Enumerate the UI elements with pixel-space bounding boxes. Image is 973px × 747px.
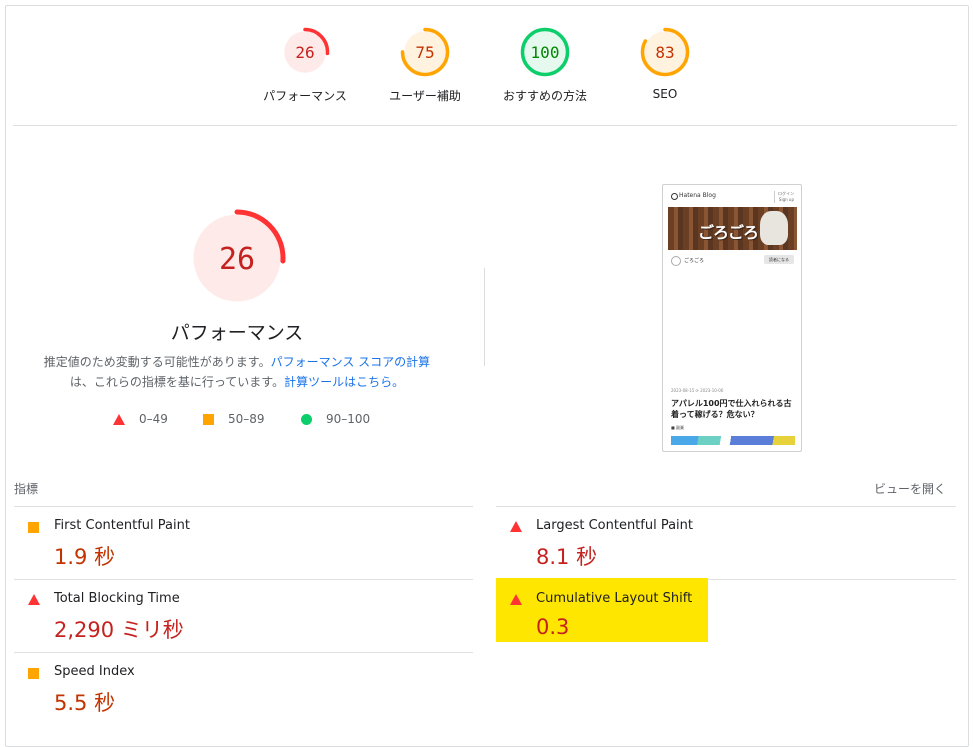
performance-big-gauge-score: 26 (219, 242, 255, 277)
hatena-logo-icon (671, 193, 678, 200)
metric-cls: Cumulative Layout Shift 0.3 (496, 578, 708, 642)
legend-range: 90–100 (326, 412, 371, 426)
gauge-accessibility[interactable]: 75 ユーザー補助 (370, 26, 480, 104)
gauge-performance[interactable]: 26 パフォーマンス (250, 26, 360, 104)
expand-view-toggle[interactable]: ビューを開く (874, 480, 946, 497)
reader-button: 読者になる (764, 255, 794, 264)
metric-fcp: First Contentful Paint 1.9 秒 (14, 507, 473, 579)
avatar (671, 256, 681, 266)
metric-name: Total Blocking Time (54, 591, 180, 606)
divider (708, 579, 956, 580)
gauge-accessibility-ring: 75 (400, 27, 450, 77)
metrics-heading: 指標 (14, 482, 39, 496)
desc-text-2: は、これらの指標を基に行っています。 (69, 375, 285, 389)
signup-text: Sign up (778, 197, 794, 202)
metric-lcp: Largest Contentful Paint 8.1 秒 (496, 507, 956, 579)
legend-pass: 90–100 (301, 412, 370, 426)
square-icon (203, 413, 214, 425)
triangle-icon (113, 413, 125, 425)
article-date: 2023-08-15 ⟳ 2023-10-06 (671, 388, 724, 393)
desc-text-1: 推定値のため変動する可能性があります。 (43, 355, 271, 369)
gauge-seo[interactable]: 83 SEO (610, 26, 720, 101)
page-screenshot-thumbnail[interactable]: Hatena Blog ログイン Sign up ごろごろ ごろごろ 読者になる … (662, 184, 802, 452)
login-text: ログイン (778, 191, 794, 196)
gauge-best-practices-ring: 100 (520, 27, 570, 77)
metric-value: 1.9 秒 (54, 545, 116, 569)
triangle-icon (510, 594, 522, 605)
article-title: アパレル100円で仕入れられる古着って稼げる？危ない？ (671, 399, 792, 419)
circle-icon (301, 413, 312, 425)
gauge-best-practices-score: 100 (531, 43, 560, 62)
gauge-label: ユーザー補助 (389, 89, 461, 103)
square-icon (28, 668, 39, 679)
author-name: ごろごろ (684, 258, 705, 264)
cat-illustration (760, 211, 788, 245)
gauge-label: SEO (652, 87, 678, 101)
triangle-icon (28, 594, 40, 605)
gauge-performance-ring: 26 (280, 27, 330, 77)
metric-name: Largest Contentful Paint (536, 518, 694, 533)
article-image-strip (671, 436, 795, 445)
performance-description: 推定値のため変動する可能性があります。パフォーマンス スコアの計算 は、これらの… (30, 352, 444, 392)
metric-value: 5.5 秒 (54, 691, 116, 715)
gauge-label: おすすめの方法 (502, 89, 587, 103)
metric-speed-index: Speed Index 5.5 秒 (14, 653, 473, 725)
site-name: Hatena Blog (679, 192, 716, 199)
score-calc-link[interactable]: パフォーマンス スコアの計算 (271, 355, 431, 369)
legend-fail: 0–49 (113, 412, 168, 426)
performance-big-gauge: 26 (187, 208, 287, 312)
metric-value: 2,290 ミリ秒 (54, 618, 184, 642)
legend-range: 0–49 (139, 412, 168, 426)
vertical-divider (484, 268, 485, 366)
legend-range: 50–89 (228, 412, 265, 426)
gauge-seo-score: 83 (655, 43, 674, 62)
header-links: ログイン Sign up (774, 191, 794, 203)
triangle-icon (510, 521, 522, 532)
metric-value: 8.1 秒 (536, 545, 598, 569)
banner-text: ごろごろ (698, 223, 759, 242)
gauge-seo-ring: 83 (640, 27, 690, 77)
calculator-link[interactable]: 計算ツールはこちら。 (284, 375, 404, 389)
gauge-performance-score: 26 (295, 43, 314, 62)
gauge-accessibility-score: 75 (415, 43, 434, 62)
metric-name: First Contentful Paint (54, 518, 190, 533)
metric-name: Speed Index (54, 664, 135, 679)
blog-banner: ごろごろ (668, 207, 797, 250)
metric-value: 0.3 (536, 615, 570, 639)
divider (13, 125, 957, 126)
legend-average: 50–89 (203, 412, 265, 426)
gauge-label: パフォーマンス (263, 89, 347, 103)
gauge-best-practices[interactable]: 100 おすすめの方法 (490, 26, 600, 104)
performance-big-gauge-ring: 26 (188, 209, 286, 307)
square-icon (28, 522, 39, 533)
performance-title: パフォーマンス (170, 322, 304, 344)
article-tag: ■ 副業 (671, 425, 685, 430)
metric-tbt: Total Blocking Time 2,290 ミリ秒 (14, 580, 473, 652)
score-gauges: 26 パフォーマンス 75 ユーザー補助 100 おすすめの方法 83 SEO (0, 26, 973, 116)
metric-name: Cumulative Layout Shift (536, 591, 693, 606)
